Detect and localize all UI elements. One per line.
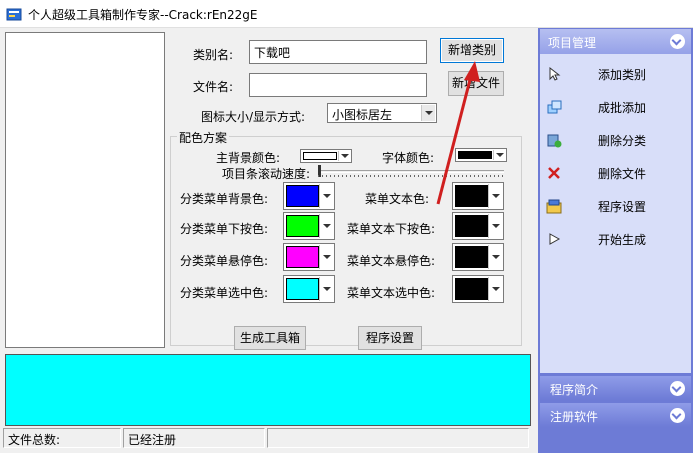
chevron-down-icon[interactable]	[319, 214, 333, 238]
program-intro-title: 程序简介	[550, 383, 599, 397]
window-title: 个人超级工具箱制作专家--Crack:rEn22gE	[28, 8, 258, 22]
register-software-title: 注册软件	[550, 410, 599, 424]
chevron-down-icon[interactable]	[488, 277, 502, 301]
menu-text-hover-swatch	[455, 246, 488, 268]
sidebar-item-program-settings[interactable]: 程序设置	[540, 194, 691, 218]
sidebar-item-label: 程序设置	[598, 200, 647, 214]
icon-mode-value: 小图标居左	[332, 108, 393, 122]
color-scheme-title: 配色方案	[177, 129, 230, 146]
icon-mode-select[interactable]: 小图标居左	[327, 103, 437, 123]
chevron-down-icon[interactable]	[488, 245, 502, 269]
file-name-input[interactable]	[249, 73, 427, 97]
sidebar-item-delete-file[interactable]: 删除文件	[540, 161, 691, 185]
font-color-label: 字体颜色:	[382, 151, 435, 165]
main-bg-color-picker[interactable]	[300, 149, 352, 163]
category-bg-label: 分类菜单背景色:	[180, 192, 269, 206]
sidebar: 项目管理 添加类别 成批添加 删除分类 删除文件 程序设置 开始生成 程序简介	[538, 28, 693, 453]
sidebar-item-batch-add[interactable]: 成批添加	[540, 95, 691, 119]
category-selected-swatch	[286, 278, 319, 300]
chevron-down-icon[interactable]	[319, 245, 333, 269]
settings-icon	[546, 199, 562, 214]
sidebar-item-label: 开始生成	[598, 233, 647, 247]
collapse-icon[interactable]	[670, 34, 685, 49]
scroll-speed-label: 项目条滚动速度:	[222, 167, 311, 181]
program-intro-header[interactable]: 程序简介	[540, 376, 691, 400]
category-bg-color-picker[interactable]	[283, 182, 335, 210]
sidebar-item-label: 添加类别	[598, 68, 647, 82]
category-pressed-label: 分类菜单下按色:	[180, 222, 269, 236]
category-selected-color-picker[interactable]	[283, 275, 335, 303]
menu-text-hover-label: 菜单文本悬停色:	[347, 254, 436, 268]
menu-text-label: 菜单文本色:	[365, 192, 430, 206]
batch-add-icon	[547, 100, 562, 114]
main-area: 类别名: 下载吧 新增类别 文件名: 新增文件 图标大小/显示方式: 小图标居左…	[0, 28, 538, 453]
menu-text-pressed-label: 菜单文本下按色:	[347, 222, 436, 236]
sidebar-item-add-category[interactable]: 添加类别	[540, 62, 691, 86]
sidebar-item-label: 成批添加	[598, 101, 647, 115]
chevron-down-icon[interactable]	[319, 277, 333, 301]
main-bg-swatch	[303, 152, 337, 160]
expand-icon[interactable]	[670, 381, 685, 396]
expand-icon[interactable]	[670, 408, 685, 423]
preview-panel	[5, 354, 531, 426]
register-software-header[interactable]: 注册软件	[540, 403, 691, 427]
category-list[interactable]	[5, 32, 165, 348]
play-icon	[549, 233, 561, 245]
file-name-label: 文件名:	[193, 80, 234, 94]
category-hover-color-picker[interactable]	[283, 243, 335, 271]
project-manage-panel: 添加类别 成批添加 删除分类 删除文件 程序设置 开始生成	[540, 54, 691, 373]
status-cell-empty	[267, 428, 529, 448]
category-bg-swatch	[286, 185, 319, 207]
delete-x-icon	[548, 167, 560, 179]
annotation-arrow	[436, 61, 480, 205]
generate-toolbox-button[interactable]: 生成工具箱	[234, 326, 306, 350]
category-pressed-swatch	[286, 215, 319, 237]
category-hover-swatch	[286, 246, 319, 268]
sidebar-item-delete-category[interactable]: 删除分类	[540, 128, 691, 152]
title-bar: 个人超级工具箱制作专家--Crack:rEn22gE	[0, 0, 693, 28]
category-selected-label: 分类菜单选中色:	[180, 286, 269, 300]
project-manage-header[interactable]: 项目管理	[540, 29, 691, 54]
icon-mode-label: 图标大小/显示方式:	[201, 110, 306, 124]
file-count-status: 文件总数:	[3, 428, 121, 448]
category-pressed-color-picker[interactable]	[283, 212, 335, 240]
sidebar-item-label: 删除分类	[598, 134, 647, 148]
category-hover-label: 分类菜单悬停色:	[180, 254, 269, 268]
program-settings-button[interactable]: 程序设置	[358, 326, 422, 350]
menu-text-pressed-color-picker[interactable]	[452, 212, 504, 240]
cursor-icon	[549, 66, 561, 81]
menu-text-hover-color-picker[interactable]	[452, 243, 504, 271]
menu-text-selected-swatch	[455, 278, 488, 300]
chevron-down-icon[interactable]	[319, 184, 333, 208]
main-bg-label: 主背景颜色:	[216, 151, 281, 165]
category-name-label: 类别名:	[193, 48, 234, 62]
category-name-input[interactable]: 下载吧	[249, 40, 427, 64]
project-manage-title: 项目管理	[548, 36, 597, 50]
registration-status: 已经注册	[123, 428, 265, 448]
delete-category-icon	[547, 134, 562, 148]
chevron-down-icon[interactable]	[338, 151, 350, 161]
app-icon	[6, 8, 22, 21]
chevron-down-icon[interactable]	[488, 214, 502, 238]
chevron-down-icon[interactable]	[488, 184, 502, 208]
chevron-down-icon[interactable]	[493, 150, 505, 160]
sidebar-item-start-generate[interactable]: 开始生成	[540, 227, 691, 251]
sidebar-item-label: 删除文件	[598, 167, 647, 181]
menu-text-pressed-swatch	[455, 215, 488, 237]
menu-text-selected-color-picker[interactable]	[452, 275, 504, 303]
status-bar: 文件总数: 已经注册	[0, 428, 538, 453]
menu-text-selected-label: 菜单文本选中色:	[347, 286, 436, 300]
